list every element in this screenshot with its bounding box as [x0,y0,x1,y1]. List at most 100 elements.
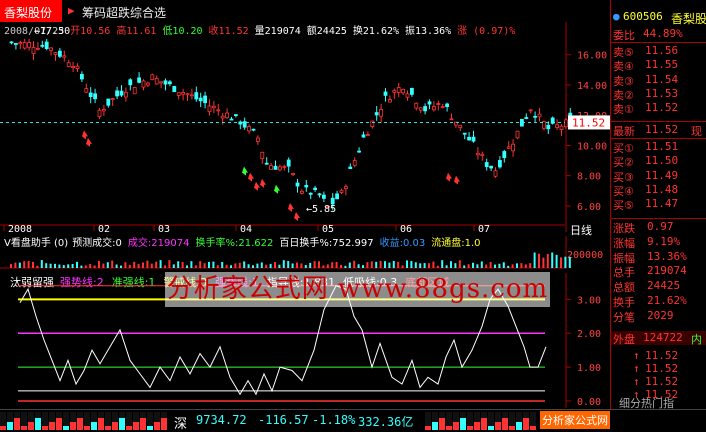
status-block [488,426,494,430]
volume-bar [428,263,430,268]
ask-row[interactable]: 卖⑤ 11.56 [611,44,706,59]
volume-bar [313,261,316,268]
brand-badge[interactable]: 分析家公式网 [540,411,610,429]
stat-row[interactable]: 总手 219074 [611,264,706,279]
candle-body [194,92,199,100]
volume-bar [62,265,65,268]
candle-body [22,41,27,49]
candle-body [361,134,366,138]
quote-title-row[interactable]: 600506 香梨股 [611,10,706,26]
status-block [0,426,6,430]
status-block [530,426,536,430]
volume-bar [542,257,545,268]
stock-name-tab[interactable]: 香梨股份 [0,0,62,22]
volume-bar [533,252,536,268]
stat-row[interactable]: 总额 24425 [611,279,706,295]
candle-body [502,151,507,159]
volume-bar [36,265,39,268]
candle-body [440,106,445,109]
inner-label: 内 [691,333,702,346]
candle-body [559,125,564,130]
min-price-label: ←5.85 [306,204,336,215]
candlestick-chart[interactable]: 16.0014.0012.0010.008.006.0011.52←17.50←… [0,22,610,232]
ask-row[interactable]: 卖① 11.52 [611,101,706,116]
current-price-label: 11.52 [572,116,605,129]
volume-bar [304,264,307,268]
volume-bar [458,260,461,268]
volume-bar [203,263,206,268]
candle-body [124,91,128,98]
stat-label: 振幅 [613,251,635,265]
stat-row[interactable]: 振幅 13.36% [611,250,706,265]
stat-label: 总额 [613,281,635,295]
panel-divider [611,218,706,219]
sector-row[interactable]: 细分热门指 [611,395,706,410]
candle-body [423,106,428,112]
candle-body [203,95,208,104]
candle-body [163,80,168,85]
candle-body [80,73,84,80]
candle-body [277,166,282,171]
ask-row[interactable]: 卖② 11.53 [611,87,706,102]
volume-bar [397,261,400,268]
volume-bar [362,265,364,268]
volume-bar [472,262,474,268]
status-block [77,418,83,430]
volume-bar [318,261,320,268]
bid-row[interactable]: 买① 11.51 [611,140,706,155]
ratio-row[interactable]: 委比 44.89% [611,27,706,42]
candle-body [405,93,410,98]
candle-body [343,186,348,190]
volume-bar [155,261,158,268]
candle-body [379,109,384,117]
formula-name[interactable]: 筹码超跌综合选 [82,4,166,21]
volume-bar [555,254,558,268]
tick-row[interactable]: ↑ 11.52 [611,349,706,363]
ask-row[interactable]: 卖③ 11.54 [611,73,706,88]
stat-label: 涨跌 [613,222,635,235]
status-block [21,426,27,430]
volume-bar [538,253,540,268]
status-bar: 深 9734.72 -116.57 -1.18% 332.36亿 分析家公式网 [0,409,706,432]
panel-separator [610,0,611,409]
stat-row[interactable]: 分笔 2029 [611,308,706,324]
bid-row[interactable]: 买② 11.50 [611,154,706,169]
status-block [98,418,104,430]
tick-row[interactable]: ↑ 11.52 [611,375,706,389]
status-block [133,422,139,430]
bid-price: 11.48 [645,182,679,196]
volume-bar [225,264,228,268]
candle-body [251,128,256,131]
latest-suffix: 现 [691,125,702,138]
bid-row[interactable]: 买⑤ 11.47 [611,197,706,212]
month-label: 02 [98,224,110,232]
bid-price: 11.50 [645,154,679,168]
ask-row[interactable]: 卖④ 11.55 [611,58,706,73]
volume-chart[interactable]: 200000 [0,236,610,269]
candle-body [339,189,344,193]
volume-bar [467,264,470,268]
status-block [523,418,529,430]
bid-row[interactable]: 买④ 11.48 [611,182,706,198]
candle-body [348,166,353,169]
volume-bar [322,265,325,268]
volume-bar [124,262,127,268]
status-block [42,426,48,430]
bid-row[interactable]: 买③ 11.49 [611,169,706,184]
volume-bar [58,264,61,268]
volume-bar [309,262,312,268]
candle-body [247,126,252,132]
volume-bar [238,262,241,268]
stat-row[interactable]: 涨跌 0.97 [611,220,706,235]
volume-bar [524,264,527,268]
stat-row[interactable]: 涨幅 9.19% [611,235,706,250]
stat-value: 2029 [647,308,674,322]
status-blocks-right [425,412,536,430]
outer-row[interactable]: 外盘 124722 内 [611,331,706,346]
latest-row[interactable]: 最新 11.52 现 [611,123,706,138]
buy-signal-icon [86,137,92,147]
price-tick-label: 14.00 [577,81,607,92]
stat-row[interactable]: 换手 21.62% [611,294,706,309]
status-block [446,426,452,430]
tick-row[interactable]: ↑ 11.52 [611,362,706,376]
